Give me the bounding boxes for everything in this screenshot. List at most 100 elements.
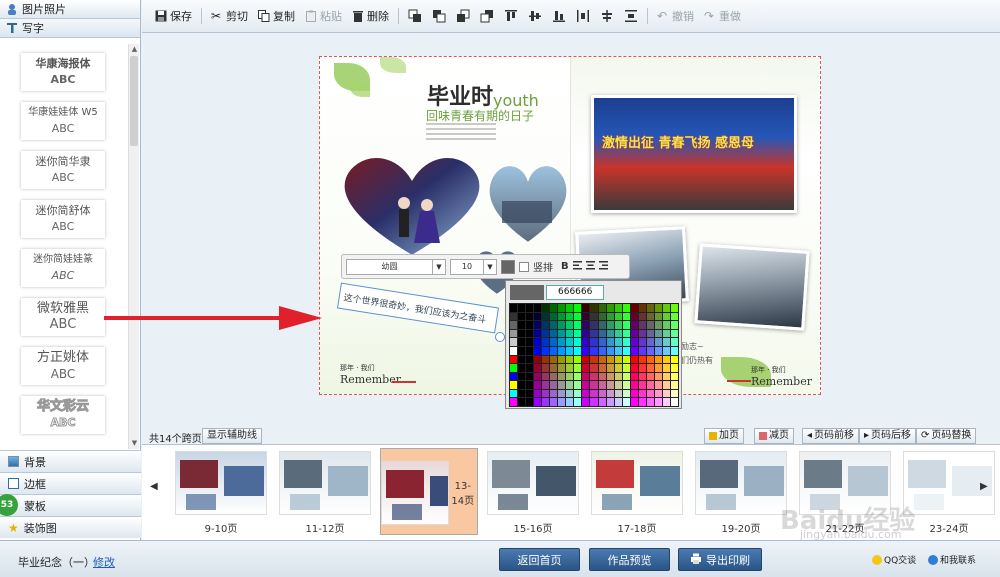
color-swatch[interactable]	[574, 338, 582, 346]
color-swatch[interactable]	[670, 389, 678, 398]
color-swatch[interactable]	[670, 304, 678, 312]
album-subtitle[interactable]: 回味青春有期的日子	[426, 107, 534, 124]
color-swatch[interactable]	[590, 389, 598, 398]
color-swatch[interactable]	[646, 312, 654, 321]
color-swatch[interactable]	[630, 355, 638, 364]
color-swatch[interactable]	[518, 372, 526, 381]
color-swatch[interactable]	[534, 389, 542, 398]
color-swatch[interactable]	[598, 321, 606, 329]
color-swatch[interactable]	[526, 338, 534, 346]
scrollbar-thumb[interactable]	[130, 56, 138, 146]
color-swatch[interactable]	[566, 389, 574, 398]
color-swatch[interactable]	[542, 372, 550, 381]
font-size-select[interactable]: 10 ▼	[450, 258, 497, 275]
color-swatch[interactable]	[638, 381, 646, 389]
color-swatch[interactable]	[590, 364, 598, 372]
color-swatch[interactable]	[630, 321, 638, 329]
color-swatch[interactable]	[662, 321, 670, 329]
color-swatch[interactable]	[558, 389, 566, 398]
color-swatch[interactable]	[630, 346, 638, 355]
color-swatch[interactable]	[654, 338, 662, 346]
distribute-vertical-icon[interactable]	[624, 9, 638, 23]
color-swatch[interactable]	[662, 364, 670, 372]
color-swatch[interactable]	[646, 329, 654, 338]
page-thumbnail[interactable]: 17-18页	[588, 448, 686, 535]
show-guides-button[interactable]: 显示辅助线	[202, 428, 262, 444]
color-swatch[interactable]	[654, 381, 662, 389]
color-swatch[interactable]	[622, 355, 630, 364]
text-color-swatch[interactable]	[501, 259, 515, 274]
category-background[interactable]: 背景	[0, 450, 141, 472]
color-swatch[interactable]	[630, 312, 638, 321]
color-swatch[interactable]	[590, 338, 598, 346]
color-swatch[interactable]	[542, 389, 550, 398]
delete-button[interactable]: 删除	[347, 5, 394, 27]
color-swatch[interactable]	[550, 304, 558, 312]
color-swatch[interactable]	[670, 364, 678, 372]
color-swatch[interactable]	[670, 338, 678, 346]
color-swatch[interactable]	[638, 321, 646, 329]
page-forward-button[interactable]: ◂ 页码前移	[802, 428, 860, 444]
distribute-center-icon[interactable]	[600, 9, 614, 23]
color-swatch[interactable]	[518, 346, 526, 355]
color-swatch[interactable]	[542, 312, 550, 321]
color-swatch[interactable]	[566, 338, 574, 346]
color-swatch[interactable]	[670, 329, 678, 338]
color-swatch[interactable]	[574, 398, 582, 406]
color-swatch[interactable]	[654, 372, 662, 381]
color-swatch[interactable]	[534, 364, 542, 372]
color-swatch[interactable]	[630, 398, 638, 406]
chevron-down-icon[interactable]: ▼	[483, 259, 496, 274]
color-swatch[interactable]	[566, 372, 574, 381]
font-card[interactable]: 华康娃娃体 W5 ABC	[21, 102, 105, 140]
color-swatch[interactable]	[558, 312, 566, 321]
color-swatch[interactable]	[582, 312, 590, 321]
color-swatch[interactable]	[590, 372, 598, 381]
color-swatch[interactable]	[638, 398, 646, 406]
color-swatch[interactable]	[534, 381, 542, 389]
color-swatch[interactable]	[630, 338, 638, 346]
color-swatch[interactable]	[582, 304, 590, 312]
color-swatch[interactable]	[638, 329, 646, 338]
color-swatch[interactable]	[550, 312, 558, 321]
color-swatch[interactable]	[622, 389, 630, 398]
color-swatch[interactable]	[590, 398, 598, 406]
align-center-icon[interactable]	[585, 260, 595, 273]
font-card[interactable]: 方正姚体 ABC	[21, 347, 105, 385]
color-swatch[interactable]	[638, 338, 646, 346]
cut-button[interactable]: ✂ 剪切	[206, 5, 253, 27]
color-swatch[interactable]	[662, 389, 670, 398]
font-card[interactable]: 迷你简舒体 ABC	[21, 200, 105, 238]
color-swatch[interactable]	[606, 304, 614, 312]
chevron-down-icon[interactable]: ▼	[432, 259, 445, 274]
color-swatch[interactable]	[590, 304, 598, 312]
color-swatch[interactable]	[510, 321, 518, 329]
color-swatch[interactable]	[654, 355, 662, 364]
color-swatch[interactable]	[534, 321, 542, 329]
distribute-horizontal-icon[interactable]	[576, 9, 590, 23]
color-swatch[interactable]	[662, 355, 670, 364]
color-swatch[interactable]	[566, 321, 574, 329]
color-swatch[interactable]	[534, 398, 542, 406]
color-swatch[interactable]	[558, 372, 566, 381]
color-swatch[interactable]	[510, 312, 518, 321]
color-swatch[interactable]	[510, 381, 518, 389]
color-swatch[interactable]	[646, 338, 654, 346]
color-swatch[interactable]	[598, 346, 606, 355]
color-swatch[interactable]	[518, 355, 526, 364]
color-swatch[interactable]	[606, 355, 614, 364]
color-swatch[interactable]	[598, 364, 606, 372]
color-swatch[interactable]	[630, 381, 638, 389]
color-swatch[interactable]	[510, 398, 518, 406]
redo-button[interactable]: ↷ 重做	[699, 5, 746, 27]
color-swatch[interactable]	[614, 346, 622, 355]
color-swatch[interactable]	[534, 372, 542, 381]
align-bottom-icon[interactable]	[552, 9, 566, 23]
color-swatch[interactable]	[598, 372, 606, 381]
scroll-up-icon[interactable]: ▲	[130, 45, 139, 54]
color-swatch[interactable]	[662, 372, 670, 381]
align-left-icon[interactable]	[572, 260, 582, 273]
color-swatch[interactable]	[566, 304, 574, 312]
color-swatch[interactable]	[630, 304, 638, 312]
tab-photos[interactable]: 图片照片	[0, 0, 140, 19]
